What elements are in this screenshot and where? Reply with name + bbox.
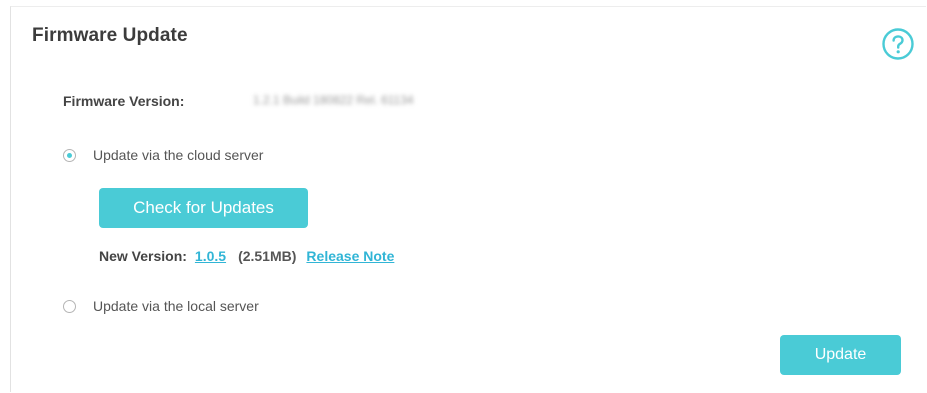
firmware-version-label: Firmware Version: <box>63 93 185 109</box>
local-update-label: Update via the local server <box>93 298 259 314</box>
local-update-option[interactable]: Update via the local server <box>63 298 259 314</box>
question-circle-icon[interactable] <box>881 27 915 61</box>
cloud-update-radio[interactable] <box>63 148 76 162</box>
firmware-version-value: 1.2.1 Build 180822 Rel. 61134 <box>253 93 414 107</box>
update-button[interactable]: Update <box>780 335 901 375</box>
cloud-update-label: Update via the cloud server <box>93 147 264 163</box>
firmware-update-panel: Firmware Update Firmware Version: 1.2.1 … <box>10 6 926 392</box>
new-version-link[interactable]: 1.0.5 <box>195 248 226 264</box>
new-version-size: (2.51MB) <box>238 248 297 264</box>
new-version-row: New Version: 1.0.5 (2.51MB) Release Note <box>99 248 394 264</box>
cloud-update-option[interactable]: Update via the cloud server <box>63 147 263 163</box>
local-update-radio[interactable] <box>63 299 76 313</box>
release-note-link[interactable]: Release Note <box>306 248 394 264</box>
page-title: Firmware Update <box>32 25 188 46</box>
check-for-updates-button[interactable]: Check for Updates <box>99 188 308 228</box>
new-version-label: New Version: <box>99 248 187 264</box>
